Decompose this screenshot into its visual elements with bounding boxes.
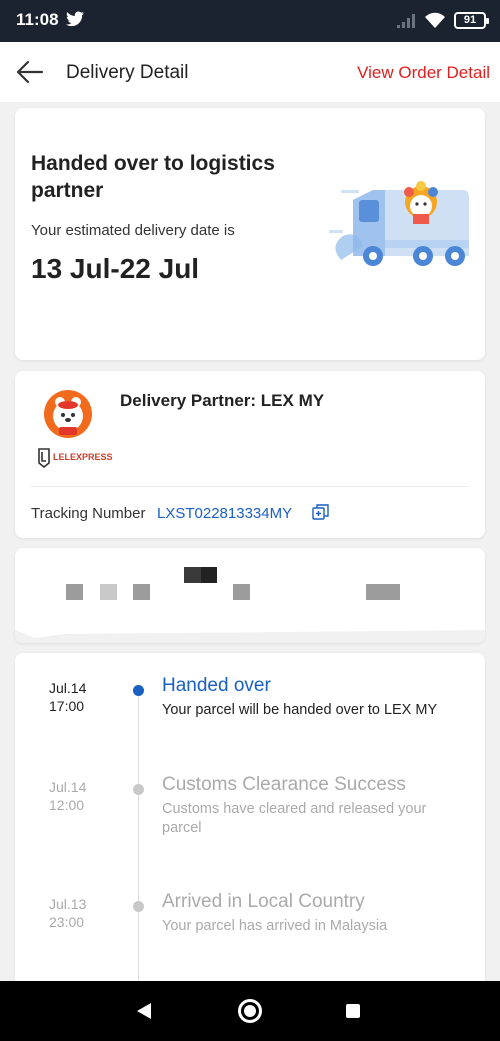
pixel-block xyxy=(233,584,250,600)
battery-icon: 91 xyxy=(454,12,489,29)
delivery-status-title: Handed over to logistics partner xyxy=(31,152,275,202)
pixel-block xyxy=(133,584,150,600)
event-title: Handed over xyxy=(162,675,271,696)
delivery-truck-illustration xyxy=(329,181,469,266)
pixel-block xyxy=(100,584,117,600)
page-title: Delivery Detail xyxy=(66,62,189,83)
event-time: 23:00 xyxy=(49,914,85,930)
nav-recents-icon[interactable] xyxy=(346,1004,360,1018)
lex-express-wordmark: LELEXPRESS xyxy=(53,452,113,462)
view-order-detail-link[interactable]: View Order Detail xyxy=(357,63,490,83)
tracking-number-value[interactable]: LXST022813334MY xyxy=(157,505,292,522)
event-date: Jul.14 xyxy=(49,779,87,795)
status-bar: 11:08 91 xyxy=(0,0,500,42)
copy-icon[interactable] xyxy=(312,503,330,521)
delivery-partner-name: Delivery Partner: LEX MY xyxy=(120,391,325,410)
signal-icon xyxy=(397,13,415,28)
event-time: 17:00 xyxy=(49,698,85,714)
tracking-number-label: Tracking Number xyxy=(31,505,146,522)
event-date: Jul.14 xyxy=(49,680,87,696)
nav-back-icon[interactable] xyxy=(136,1002,152,1020)
system-nav-bar xyxy=(0,981,500,1041)
event-datetime: Jul.14 12:00 xyxy=(49,778,86,814)
timeline-dot xyxy=(133,901,144,912)
pixel-block xyxy=(366,584,400,600)
event-title: Customs Clearance Success xyxy=(162,774,406,795)
timeline-dot xyxy=(133,784,144,795)
wifi-icon xyxy=(425,12,445,28)
event-title: Arrived in Local Country xyxy=(162,891,365,912)
pixel-block xyxy=(184,567,201,583)
status-time: 11:08 xyxy=(16,10,59,29)
delivery-status-card: Handed over to logistics partner Your es… xyxy=(15,108,485,360)
event-datetime: Jul.13 23:00 xyxy=(49,895,86,931)
event-date: Jul.13 xyxy=(49,896,87,912)
pixel-block xyxy=(201,567,217,583)
nav-home-icon[interactable] xyxy=(238,999,262,1023)
tracking-timeline-card: Jul.14 17:00 Handed over Your parcel wil… xyxy=(15,653,485,989)
battery-level: 91 xyxy=(463,14,477,26)
arrow-left-icon[interactable] xyxy=(16,58,44,86)
event-time: 12:00 xyxy=(49,797,85,813)
torn-edge-graphic xyxy=(15,630,485,643)
estimated-delivery-date: 13 Jul-22 Jul xyxy=(31,253,200,284)
estimated-delivery-label: Your estimated delivery date is xyxy=(31,222,235,239)
timeline-dot-active xyxy=(133,685,144,696)
pixel-block xyxy=(66,584,83,600)
event-datetime: Jul.14 17:00 xyxy=(49,679,86,715)
divider xyxy=(31,486,469,487)
event-description: Your parcel will be handed over to LEX M… xyxy=(162,702,438,718)
delivery-partner-card: LELEXPRESS Delivery Partner: LEX MY Trac… xyxy=(15,371,485,538)
event-description: Customs have cleared and released your p… xyxy=(162,801,427,836)
progress-graphic-card xyxy=(15,548,485,643)
timeline-line xyxy=(138,689,139,989)
event-description: Your parcel has arrived in Malaysia xyxy=(162,918,388,934)
lex-logo-icon xyxy=(44,390,92,438)
twitter-icon xyxy=(66,11,84,27)
app-header: Delivery Detail View Order Detail xyxy=(0,42,500,102)
